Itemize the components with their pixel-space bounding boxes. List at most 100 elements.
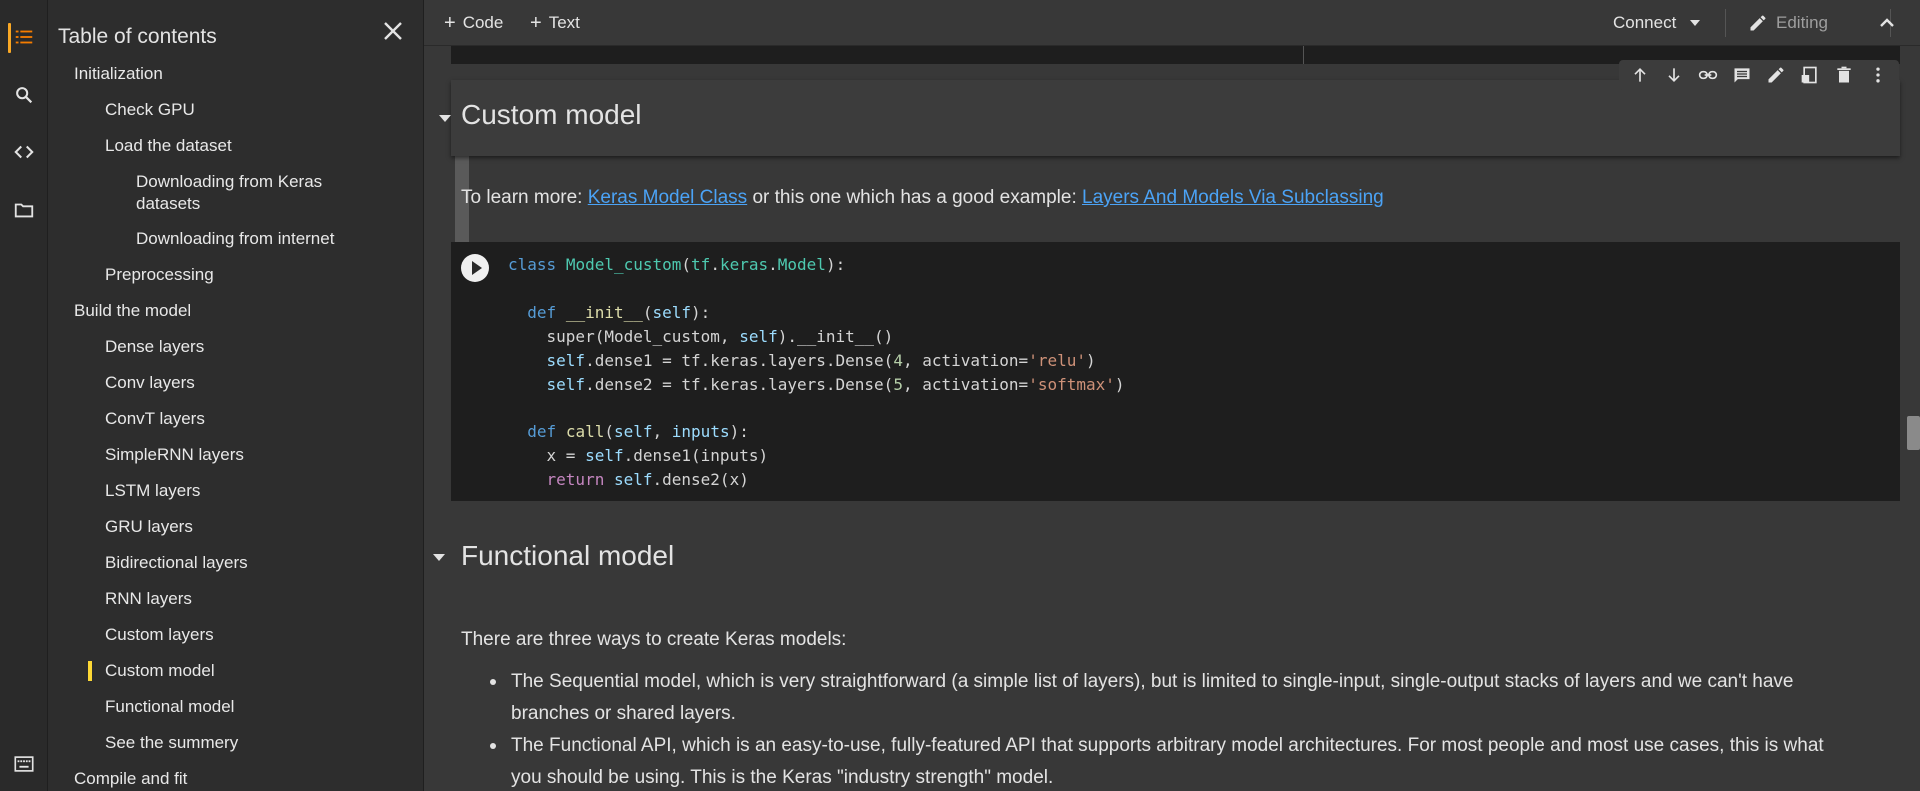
files-icon[interactable]	[0, 186, 48, 234]
toc-item-dense-layers[interactable]: Dense layers	[48, 336, 204, 358]
toc-header: Table of contents	[48, 0, 423, 62]
comment-icon[interactable]	[1725, 60, 1759, 90]
toc-item-downloading-internet[interactable]: Downloading from internet	[48, 228, 394, 250]
activity-rail	[0, 0, 48, 791]
toc-item-conv-layers[interactable]: Conv layers	[48, 372, 195, 394]
toc-item-check-gpu[interactable]: Check GPU	[48, 99, 195, 121]
add-text-button[interactable]: + Text	[530, 8, 580, 38]
toc-item-build-model[interactable]: Build the model	[48, 300, 191, 322]
code-snippets-icon[interactable]	[0, 128, 48, 176]
toc-item-downloading-keras[interactable]: Downloading from Keras datasets	[48, 171, 408, 215]
code-token: __init__	[565, 302, 643, 322]
toc-item-custom-model[interactable]: Custom model	[48, 660, 348, 682]
collapse-header-button[interactable]	[1872, 8, 1902, 38]
notebook-area: Custom model To learn more: Keras Model …	[424, 46, 1920, 791]
add-text-label: Text	[548, 13, 580, 32]
code-line: self.dense1 = tf.keras.layers.Dense(4, a…	[546, 350, 1096, 370]
layers-models-subclassing-link[interactable]: Layers And Models Via Subclassing	[1082, 187, 1384, 208]
custom-model-code-cell[interactable]: class Model_custom(tf.keras.Model): def …	[451, 242, 1900, 501]
learn-more-prefix: To learn more:	[461, 187, 588, 208]
toc-item-rnn-layers[interactable]: RNN layers	[48, 588, 192, 610]
toc-item-gru-layers[interactable]: GRU layers	[48, 516, 193, 538]
add-code-label: Code	[462, 13, 504, 32]
toc-item-compile-fit[interactable]: Compile and fit	[48, 768, 187, 790]
toc-item-see-summery[interactable]: See the summery	[48, 732, 238, 754]
toc-item-lstm-layers[interactable]: LSTM layers	[48, 480, 200, 502]
code-token: Model	[777, 255, 826, 274]
edit-icon[interactable]	[1759, 60, 1793, 90]
code-line: return self.dense2(x)	[546, 470, 749, 490]
keras-model-class-link[interactable]: Keras Model Class	[588, 187, 747, 208]
chevron-up-icon	[1878, 14, 1896, 32]
chevron-down-icon	[1690, 20, 1701, 26]
code-token: def	[527, 422, 557, 442]
move-down-icon[interactable]	[1657, 60, 1691, 90]
link-icon[interactable]	[1691, 60, 1725, 90]
toc-title: Table of contents	[58, 25, 217, 48]
move-up-icon[interactable]	[1623, 60, 1657, 90]
run-cell-button[interactable]	[461, 254, 489, 282]
connect-label: Connect	[1613, 13, 1677, 32]
main-scrollbar[interactable]	[1907, 416, 1920, 450]
code-token: Model_custom	[565, 255, 682, 274]
custom-model-heading: Custom model	[461, 99, 642, 130]
code-token: tf	[691, 255, 711, 274]
toc-item-simplernn-layers[interactable]: SimpleRNN layers	[48, 444, 244, 466]
code-line: super(Model_custom, self).__init__()	[508, 326, 894, 346]
cell-toolbar	[1619, 60, 1899, 90]
editing-mode-button[interactable]: Editing	[1748, 8, 1828, 38]
custom-model-heading-cell[interactable]: Custom model	[439, 80, 1900, 156]
toc-panel: Table of contents Initialization Check G…	[48, 0, 469, 791]
code-token: self	[652, 302, 692, 322]
code-token: 'softmax'	[1028, 374, 1115, 394]
more-icon[interactable]	[1861, 60, 1895, 90]
code-token: 4	[893, 350, 903, 370]
table-of-contents-icon[interactable]	[0, 13, 48, 61]
toc-item-load-dataset[interactable]: Load the dataset	[48, 135, 232, 157]
cell-divider	[1303, 46, 1304, 64]
code-token: self	[546, 350, 586, 370]
mirror-cell-icon[interactable]	[1793, 60, 1827, 90]
code-token: 5	[893, 374, 903, 394]
code-line: def __init__(self):	[527, 302, 711, 322]
code-line: class Model_custom(tf.keras.Model):	[508, 255, 846, 274]
code-line: x = self.dense1(inputs)	[508, 446, 769, 466]
learn-more-text: To learn more: Keras Model Class or this…	[461, 186, 1384, 210]
terminal-icon[interactable]	[0, 740, 48, 788]
toolbar-divider	[1725, 9, 1726, 37]
top-toolbar: + Code + Text Connect Editing	[424, 0, 1920, 46]
search-icon[interactable]	[0, 71, 48, 119]
delete-icon[interactable]	[1827, 60, 1861, 90]
pencil-icon	[1748, 13, 1768, 33]
code-token: self	[739, 326, 778, 346]
code-token: self	[613, 470, 653, 490]
collapse-section-icon[interactable]	[433, 554, 445, 561]
toc-item-bidirectional-layers[interactable]: Bidirectional layers	[48, 552, 248, 574]
code-token: self	[546, 374, 586, 394]
add-code-button[interactable]: + Code	[444, 8, 503, 38]
toc-item-preprocessing[interactable]: Preprocessing	[48, 264, 214, 286]
code-line: self.dense2 = tf.keras.layers.Dense(5, a…	[546, 374, 1125, 394]
toc-item-initialization[interactable]: Initialization	[48, 63, 163, 85]
code-token: call	[565, 422, 605, 442]
toc-item-custom-layers[interactable]: Custom layers	[48, 624, 214, 646]
code-token: def	[527, 302, 557, 322]
functional-intro-text: There are three ways to create Keras mod…	[461, 629, 847, 650]
code-token: class	[508, 255, 557, 274]
code-token: return	[546, 470, 605, 490]
functional-model-heading: Functional model	[461, 540, 675, 571]
editing-label: Editing	[1776, 13, 1828, 32]
collapse-section-icon[interactable]	[439, 115, 451, 122]
code-token: keras	[719, 255, 769, 274]
connect-button[interactable]: Connect	[1613, 8, 1701, 38]
toc-item-functional-model[interactable]: Functional model	[48, 696, 234, 718]
plus-icon: +	[530, 11, 542, 34]
code-editor[interactable]: class Model_custom(tf.keras.Model): def …	[508, 253, 1125, 492]
close-icon[interactable]	[375, 13, 411, 49]
plus-icon: +	[444, 11, 456, 34]
toc-item-convt-layers[interactable]: ConvT layers	[48, 408, 205, 430]
model-types-list: The Sequential model, which is very stra…	[490, 666, 1831, 791]
code-token: self	[613, 422, 653, 442]
